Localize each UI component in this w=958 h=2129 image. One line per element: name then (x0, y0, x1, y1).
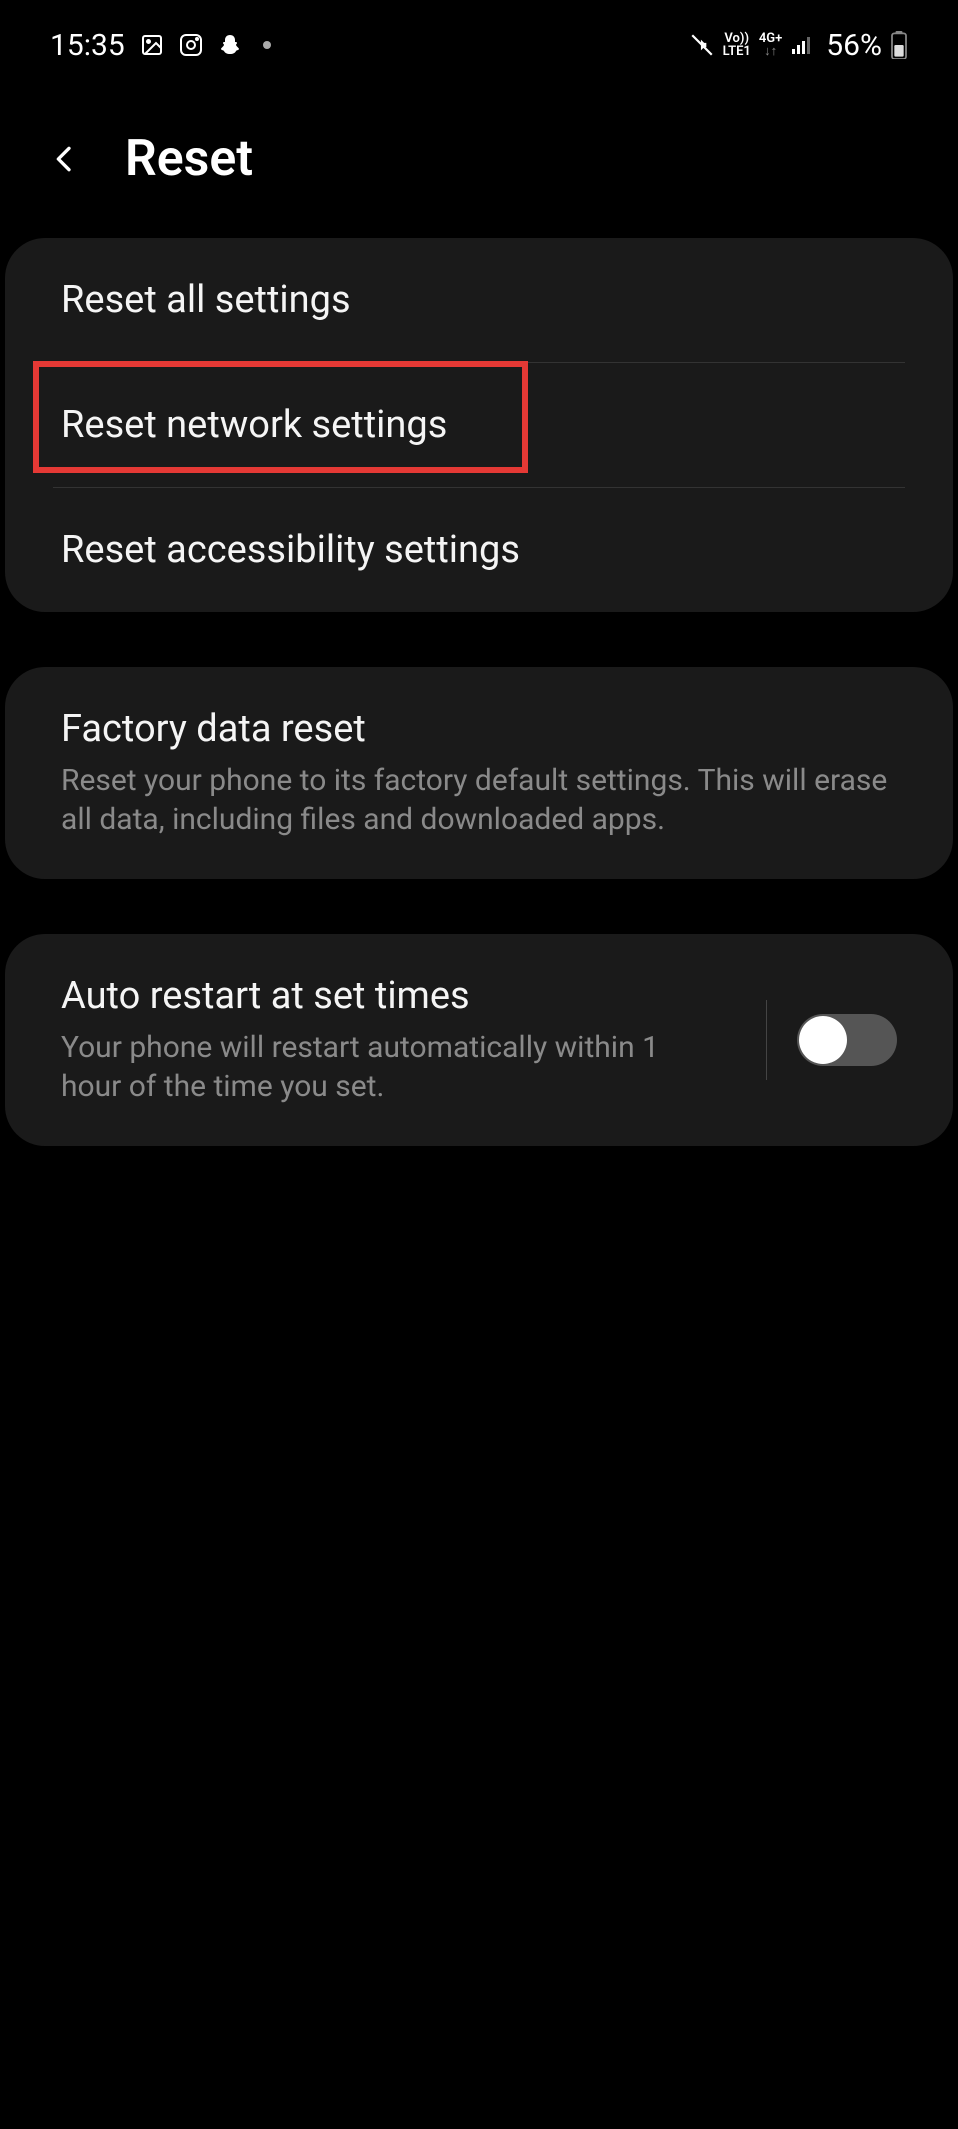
back-button[interactable] (45, 139, 85, 179)
factory-reset-card: Factory data reset Reset your phone to i… (5, 667, 953, 879)
gallery-icon (140, 33, 164, 57)
battery-percentage: 56% (826, 28, 882, 63)
auto-restart-label: Auto restart at set times (61, 974, 716, 1018)
factory-data-reset-label: Factory data reset (61, 707, 897, 751)
auto-restart-item[interactable]: Auto restart at set times Your phone wil… (5, 934, 953, 1146)
auto-restart-text: Auto restart at set times Your phone wil… (61, 974, 736, 1106)
auto-restart-card: Auto restart at set times Your phone wil… (5, 934, 953, 1146)
more-notifications-icon (263, 41, 271, 49)
signal-icon (790, 33, 814, 57)
page-header: Reset (0, 80, 958, 238)
page-title: Reset (125, 130, 253, 188)
reset-all-settings-label: Reset all settings (61, 278, 897, 322)
chevron-left-icon (49, 138, 81, 180)
instagram-icon (179, 33, 203, 57)
battery-icon (890, 31, 908, 59)
net-bot: ↓↑ (764, 45, 777, 58)
network-type-icon: 4G+ ↓↑ (759, 32, 782, 58)
reset-all-settings-item[interactable]: Reset all settings (5, 238, 953, 362)
auto-restart-desc: Your phone will restart automatically wi… (61, 1028, 716, 1106)
volte-icon: Vo)) LTE1 (723, 32, 751, 58)
factory-data-reset-desc: Reset your phone to its factory default … (61, 761, 897, 839)
toggle-knob (799, 1016, 847, 1064)
reset-accessibility-settings-item[interactable]: Reset accessibility settings (5, 488, 953, 612)
status-bar-right: Vo)) LTE1 4G+ ↓↑ 56% (689, 28, 908, 63)
volte-bot: LTE1 (723, 45, 751, 58)
factory-data-reset-item[interactable]: Factory data reset Reset your phone to i… (5, 667, 953, 879)
mute-icon (689, 32, 715, 58)
reset-network-settings-item[interactable]: Reset network settings (5, 363, 953, 487)
reset-accessibility-settings-label: Reset accessibility settings (61, 528, 897, 572)
status-bar-left: 15:35 (50, 28, 271, 63)
status-bar: 15:35 (0, 0, 958, 80)
snapchat-icon (218, 33, 242, 57)
status-time: 15:35 (50, 28, 125, 63)
auto-restart-toggle[interactable] (797, 1014, 897, 1066)
reset-options-card: Reset all settings Reset network setting… (5, 238, 953, 612)
toggle-divider (766, 1000, 767, 1080)
reset-network-settings-label: Reset network settings (61, 403, 897, 447)
